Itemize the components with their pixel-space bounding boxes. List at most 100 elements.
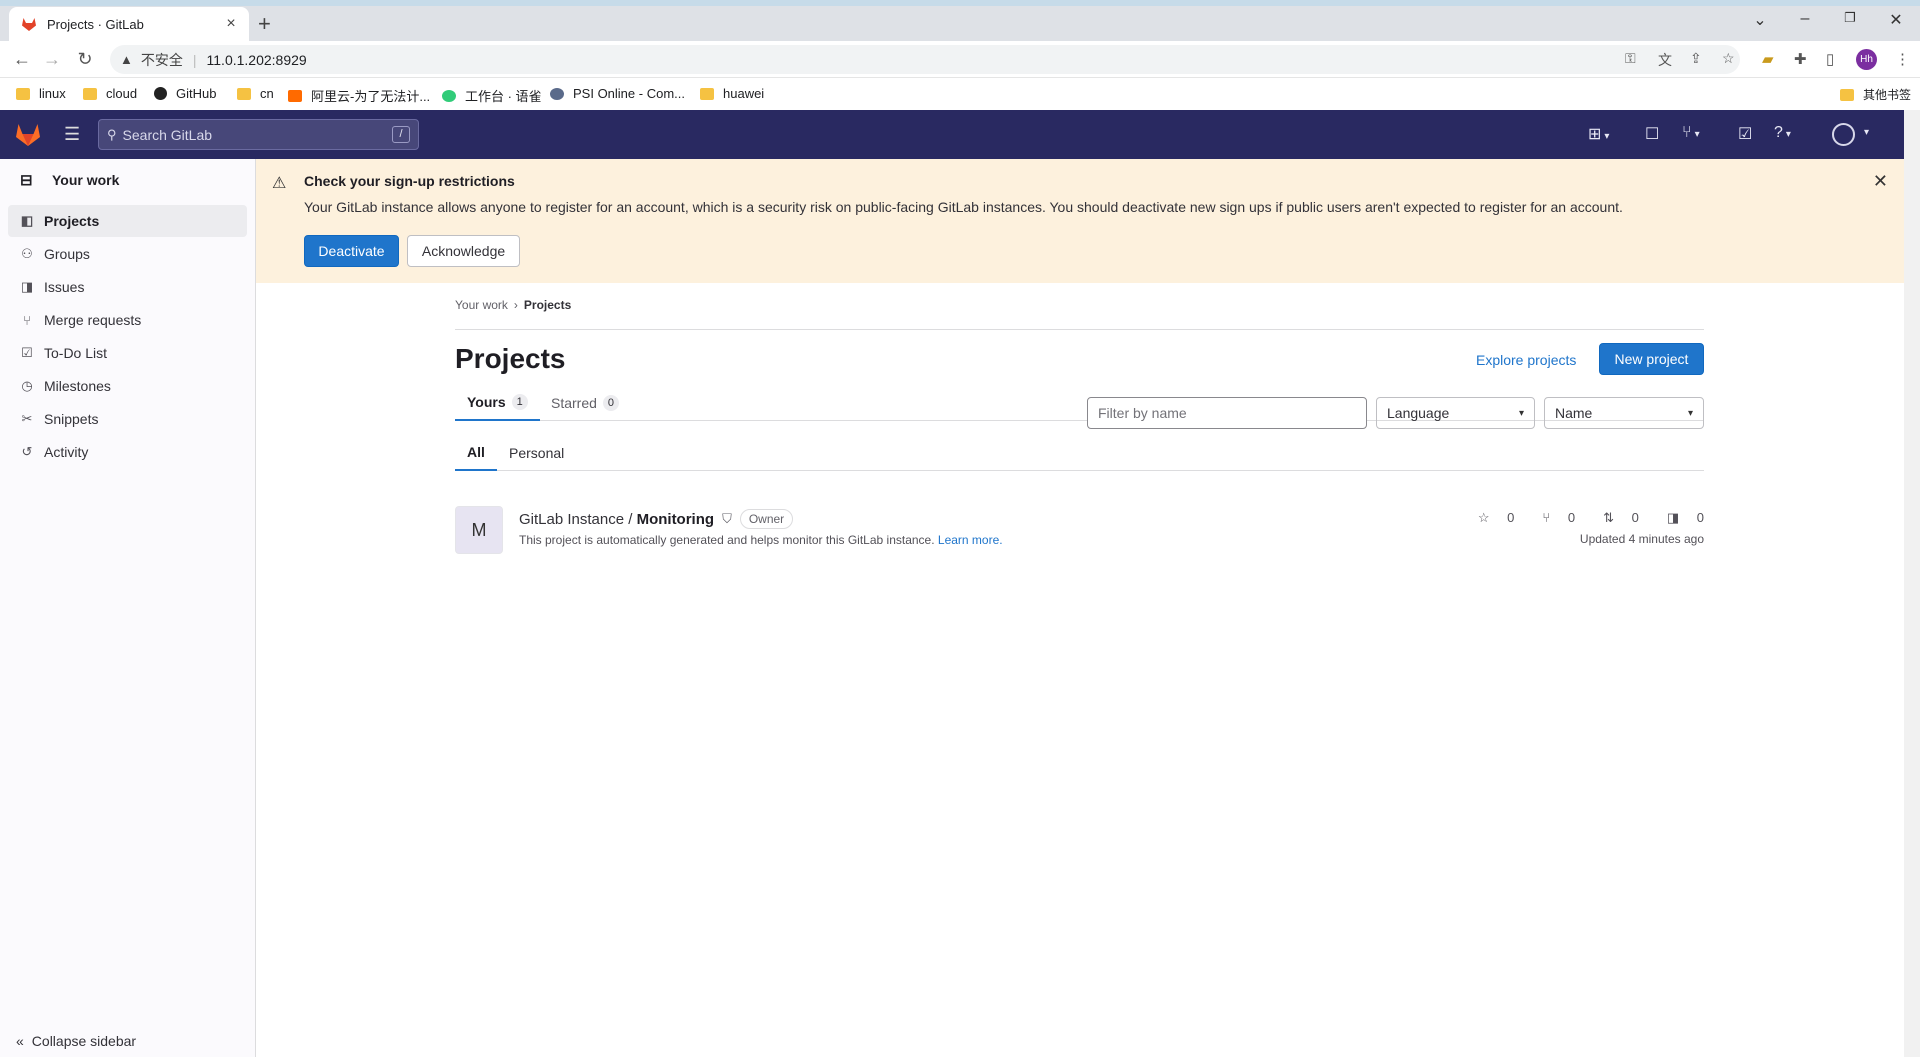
tab-strip-stripe	[0, 0, 1920, 6]
bookmark-label: cloud	[106, 86, 138, 101]
chevron-down-icon: ▾	[1604, 131, 1610, 142]
hamburger-menu-icon[interactable]: ☰	[64, 124, 80, 145]
gitlab-favicon-icon	[22, 18, 36, 31]
alert-message: Your GitLab instance allows anyone to re…	[304, 199, 1623, 215]
subtab-all[interactable]: All	[455, 435, 497, 471]
merge-requests-stat[interactable]: ⇅ 0	[1589, 510, 1639, 526]
sidebar-item-activity[interactable]: ↺ Activity	[8, 436, 247, 468]
bookmarks-bar: linux cloud GitHub cn 阿里云-为了无法计... 工作台 ·…	[0, 78, 1920, 110]
folder-icon	[237, 87, 251, 100]
side-panel-icon[interactable]: ▯	[1826, 50, 1834, 68]
gitlab-logo-icon[interactable]	[14, 121, 42, 147]
close-alert-icon[interactable]: ✕	[1873, 171, 1888, 192]
breadcrumb-current[interactable]: Projects	[524, 298, 571, 312]
star-icon: ☆	[1477, 510, 1490, 525]
reload-icon[interactable]: ↻	[75, 49, 95, 69]
collapse-sidebar-button[interactable]: « Collapse sidebar	[16, 1033, 136, 1049]
count-badge: 1	[511, 394, 528, 410]
todos-icon[interactable]: ☑	[1738, 124, 1752, 144]
group-icon: ⚇	[21, 246, 33, 261]
sidebar-context-header[interactable]: ⊟ Your work	[20, 171, 119, 189]
forward-icon[interactable]: →	[42, 49, 62, 69]
user-avatar[interactable]	[1832, 123, 1855, 146]
bookmark-huawei[interactable]: huawei	[700, 86, 764, 101]
merge-request-icon: ⑂	[23, 312, 31, 328]
new-tab-icon[interactable]: +	[258, 12, 271, 36]
browser-tab-title: Projects · GitLab	[47, 16, 144, 32]
forks-stat[interactable]: ⑂ 0	[1528, 510, 1575, 526]
bookmark-linux[interactable]: linux	[16, 86, 66, 101]
bookmark-cn[interactable]: cn	[237, 86, 274, 101]
chevron-down-icon: ▾	[1687, 407, 1693, 419]
address-bar[interactable]: ▲ 不安全 | 11.0.1.202:8929 ⚿ 文 ⇪ ☆	[110, 45, 1740, 74]
bookmark-label: cn	[260, 86, 274, 101]
project-name-link[interactable]: GitLab Instance / Monitoring ⛉ Owner	[519, 509, 794, 529]
sidebar-item-merge-requests[interactable]: ⑂ Merge requests	[8, 304, 247, 336]
new-project-button[interactable]: New project	[1599, 343, 1704, 375]
language-dropdown[interactable]: Language ▾	[1376, 397, 1535, 429]
key-icon[interactable]: ⚿	[1625, 50, 1636, 67]
sidebar-item-snippets[interactable]: ✂ Snippets	[8, 403, 247, 435]
issues-stat[interactable]: ◨ 0	[1653, 510, 1704, 526]
bookmark-label: 阿里云-为了无法计...	[311, 89, 431, 104]
sidebar-item-issues[interactable]: ◨ Issues	[8, 271, 247, 303]
breadcrumb-your-work[interactable]: Your work	[455, 298, 508, 312]
sidebar-item-todo-list[interactable]: ☑ To-Do List	[8, 337, 247, 369]
translate-icon[interactable]: 文	[1658, 50, 1672, 70]
close-tab-icon[interactable]: ×	[223, 15, 239, 33]
extensions-puzzle-icon[interactable]: ✚	[1794, 50, 1807, 68]
profile-avatar[interactable]: Hh	[1856, 49, 1877, 70]
sidebar-item-projects[interactable]: ◧ Projects	[8, 205, 247, 237]
sidebar-item-label: Milestones	[44, 378, 111, 394]
filter-by-name-input[interactable]	[1087, 397, 1367, 429]
issues-header-icon[interactable]: ☐	[1645, 124, 1659, 144]
bookmark-label: PSI Online - Com...	[573, 86, 685, 101]
help-dropdown[interactable]: ? ▾	[1774, 124, 1791, 142]
window-close-icon[interactable]: ✕	[1886, 10, 1906, 30]
bookmark-github[interactable]: GitHub	[154, 86, 216, 101]
explore-projects-link[interactable]: Explore projects	[1476, 352, 1576, 368]
project-icon: ◧	[20, 213, 34, 228]
minimize-icon[interactable]: –	[1795, 10, 1815, 28]
project-name: Monitoring	[636, 510, 715, 528]
bookmark-label: GitHub	[176, 86, 217, 101]
sort-dropdown[interactable]: Name ▾	[1544, 397, 1704, 429]
project-avatar[interactable]: M	[455, 506, 503, 554]
bookmark-yuque[interactable]: 工作台 · 语雀	[442, 86, 542, 105]
restore-icon[interactable]: ❐	[1840, 10, 1860, 26]
subtab-personal[interactable]: Personal	[497, 435, 576, 471]
bookmark-other[interactable]: 其他书签	[1840, 86, 1911, 103]
browser-tab[interactable]: Projects · GitLab ×	[9, 7, 249, 41]
stars-stat[interactable]: ☆ 0	[1464, 510, 1515, 526]
browser-menu-icon[interactable]: ⋮	[1895, 50, 1910, 68]
chevron-down-icon: ▾	[1785, 129, 1791, 140]
forks-count: 0	[1567, 510, 1576, 525]
project-description: This project is automatically generated …	[519, 533, 1003, 547]
tab-starred[interactable]: Starred 0	[539, 385, 631, 421]
bookmark-star-icon[interactable]: ☆	[1722, 50, 1735, 67]
deactivate-button[interactable]: Deactivate	[304, 235, 399, 267]
bookmark-aliyun[interactable]: 阿里云-为了无法计...	[288, 86, 430, 105]
bookmark-cloud[interactable]: cloud	[83, 86, 137, 101]
address-separator: |	[192, 51, 197, 68]
aliyun-icon	[288, 89, 302, 102]
learn-more-link[interactable]: Learn more.	[938, 533, 1003, 547]
share-icon[interactable]: ⇪	[1690, 50, 1702, 67]
create-new-dropdown[interactable]: ⊞ ▾	[1588, 124, 1609, 144]
bookmark-psi-online[interactable]: PSI Online - Com...	[550, 86, 685, 101]
plus-square-icon: ⊞	[1588, 126, 1602, 143]
page-scrollbar[interactable]	[1904, 110, 1920, 1057]
sidebar-item-milestones[interactable]: ◷ Milestones	[8, 370, 247, 402]
sidebar: ⊟ Your work ◧ Projects ⚇ Groups ◨ Issues ⑂ M…	[0, 159, 256, 1057]
tab-search-chevron-icon[interactable]: ⌄	[1750, 10, 1770, 30]
sidebar-item-groups[interactable]: ⚇ Groups	[8, 238, 247, 270]
acknowledge-button[interactable]: Acknowledge	[407, 235, 520, 267]
merge-requests-dropdown[interactable]: ⑂ ▾	[1682, 124, 1700, 142]
back-icon[interactable]: ←	[12, 49, 32, 69]
chevron-down-icon: ▾	[1518, 407, 1524, 419]
search-placeholder: Search GitLab	[122, 126, 213, 143]
search-gitlab-input[interactable]: ⚲ Search GitLab /	[98, 119, 419, 150]
tab-yours[interactable]: Yours 1	[455, 385, 540, 421]
extension-folder-icon[interactable]: ▰	[1762, 50, 1774, 68]
user-menu-chevron-icon[interactable]: ▾	[1864, 127, 1869, 138]
